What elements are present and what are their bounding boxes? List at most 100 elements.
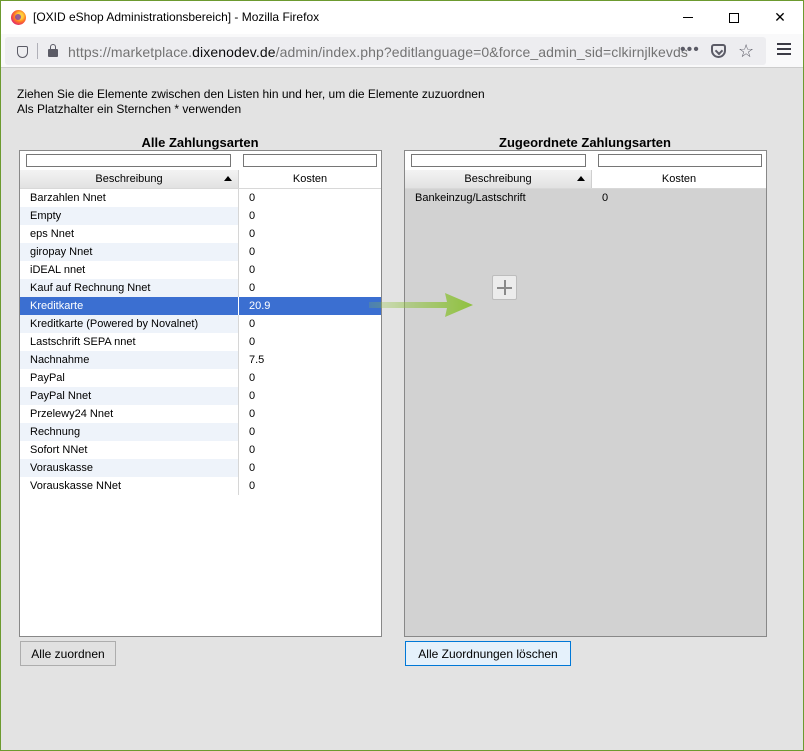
browser-window: [OXID eShop Administrationsbereich] - Mo…	[0, 0, 804, 751]
assigned-payment-methods-title: Zugeordnete Zahlungsarten	[499, 135, 671, 150]
firefox-logo-icon	[11, 10, 26, 25]
cost-filter-input[interactable]	[243, 154, 377, 167]
tracking-shield-icon[interactable]	[17, 46, 28, 58]
table-row[interactable]: PayPal 0	[20, 369, 381, 387]
table-row[interactable]: Kauf auf Rechnung Nnet 0	[20, 279, 381, 297]
payment-method-name: Rechnung	[20, 423, 239, 441]
payment-method-cost: 0	[249, 264, 256, 276]
sort-ascending-icon	[577, 176, 585, 181]
url-field[interactable]: https://marketplace.dixenodev.de/admin/i…	[5, 37, 766, 65]
all-payment-methods-title: Alle Zahlungsarten	[141, 135, 259, 150]
instructions: Ziehen Sie die Elemente zwischen den Lis…	[17, 87, 485, 117]
payment-method-name: Kreditkarte	[20, 297, 239, 315]
url-rest: /admin/index.php?editlanguage=0&force_ad…	[275, 44, 688, 60]
payment-method-name: Bankeinzug/Lastschrift	[415, 192, 526, 204]
payment-method-cost: 0	[249, 318, 256, 330]
table-row[interactable]: iDEAL nnet 0	[20, 261, 381, 279]
table-row[interactable]: Bankeinzug/Lastschrift 0	[405, 189, 766, 207]
table-row[interactable]: Kreditkarte 20.9	[20, 297, 381, 315]
payment-method-cost: 0	[602, 192, 609, 204]
page-actions-more-icon[interactable]: •••	[680, 41, 700, 59]
payment-method-name: PayPal	[20, 369, 239, 387]
payment-method-cost: 0	[249, 444, 256, 456]
payment-method-cost: 7.5	[249, 354, 265, 366]
hamburger-menu-icon[interactable]	[777, 43, 791, 55]
payment-method-cost: 0	[249, 426, 256, 438]
title-bar: [OXID eShop Administrationsbereich] - Mo…	[1, 1, 803, 34]
payment-method-name: Kreditkarte (Powered by Novalnet)	[20, 315, 239, 333]
payment-method-name: Barzahlen Nnet	[20, 189, 239, 207]
description-header-label: Beschreibung	[95, 173, 163, 185]
cost-column-header[interactable]: Kosten	[239, 170, 381, 188]
maximize-button[interactable]	[711, 1, 757, 34]
description-column-header[interactable]: Beschreibung	[20, 170, 239, 188]
all-payment-methods-grid: Beschreibung Kosten Barzahlen Nnet 0 Empty…	[19, 150, 382, 637]
payment-method-name: Empty	[20, 207, 239, 225]
cost-column-header[interactable]: Kosten	[592, 170, 766, 188]
url-text[interactable]: https://marketplace.dixenodev.de/admin/i…	[68, 44, 688, 60]
table-row[interactable]: eps Nnet 0	[20, 225, 381, 243]
payment-method-name: Kauf auf Rechnung Nnet	[20, 279, 239, 297]
minimize-button[interactable]	[665, 1, 711, 34]
assign-all-button[interactable]: Alle zuordnen	[20, 641, 116, 666]
all-payment-methods-rows: Barzahlen Nnet 0 Empty 0 eps Nnet 0 giropay Nn…	[20, 189, 381, 495]
table-row[interactable]: Barzahlen Nnet 0	[20, 189, 381, 207]
lock-icon[interactable]	[48, 44, 58, 57]
assigned-payment-methods-rows: Bankeinzug/Lastschrift 0	[405, 189, 766, 207]
payment-method-name: eps Nnet	[20, 225, 239, 243]
payment-method-name: PayPal Nnet	[20, 387, 239, 405]
pocket-icon[interactable]	[711, 44, 726, 58]
table-row[interactable]: Vorauskasse 0	[20, 459, 381, 477]
payment-method-name: Vorauskasse NNet	[20, 477, 239, 495]
payment-method-name: Vorauskasse	[20, 459, 239, 477]
payment-method-cost: 0	[249, 480, 256, 492]
cost-filter-input[interactable]	[598, 154, 762, 167]
drag-direction-arrow-icon	[369, 293, 473, 317]
close-button[interactable]: ✕	[757, 1, 803, 34]
grid-header: Beschreibung Kosten	[20, 170, 381, 189]
payment-method-name: Lastschrift SEPA nnet	[20, 333, 239, 351]
window-title: [OXID eShop Administrationsbereich] - Mo…	[33, 10, 320, 24]
payment-method-name: Przelewy24 Nnet	[20, 405, 239, 423]
table-row[interactable]: Przelewy24 Nnet 0	[20, 405, 381, 423]
payment-method-cost: 0	[249, 390, 256, 402]
description-column-header[interactable]: Beschreibung	[405, 170, 592, 188]
payment-method-name: giropay Nnet	[20, 243, 239, 261]
description-filter-input[interactable]	[411, 154, 586, 167]
bookmark-star-icon[interactable]: ☆	[738, 41, 754, 62]
table-row[interactable]: giropay Nnet 0	[20, 243, 381, 261]
minimize-icon	[683, 17, 693, 18]
payment-method-cost: 0	[249, 228, 256, 240]
remove-all-assignments-button[interactable]: Alle Zuordnungen löschen	[405, 641, 571, 666]
instruction-line-2: Als Platzhalter ein Sternchen * verwende…	[17, 102, 242, 116]
payment-method-name: iDEAL nnet	[20, 261, 239, 279]
description-filter-input[interactable]	[26, 154, 231, 167]
assigned-payment-methods-grid: Beschreibung Kosten Bankeinzug/Lastschri…	[404, 150, 767, 637]
table-row[interactable]: Lastschrift SEPA nnet 0	[20, 333, 381, 351]
url-domain: dixenodev.de	[192, 44, 276, 60]
payment-method-cost: 0	[249, 192, 256, 204]
sort-ascending-icon	[224, 176, 232, 181]
table-row[interactable]: Vorauskasse NNet 0	[20, 477, 381, 495]
drag-move-icon[interactable]	[492, 275, 517, 300]
maximize-icon	[729, 12, 739, 23]
grid-header: Beschreibung Kosten	[405, 170, 766, 189]
filter-row	[20, 151, 381, 170]
table-row[interactable]: Nachnahme 7.5	[20, 351, 381, 369]
payment-method-cost: 20.9	[249, 300, 271, 312]
payment-method-cost: 0	[249, 210, 256, 222]
description-header-label: Beschreibung	[464, 173, 532, 185]
navigation-bar: https://marketplace.dixenodev.de/admin/i…	[1, 34, 803, 68]
payment-method-cost: 0	[249, 462, 256, 474]
payment-method-cost: 0	[249, 246, 256, 258]
table-row[interactable]: Rechnung 0	[20, 423, 381, 441]
table-row[interactable]: PayPal Nnet 0	[20, 387, 381, 405]
table-row[interactable]: Sofort NNet 0	[20, 441, 381, 459]
payment-method-cost: 0	[249, 336, 256, 348]
close-icon: ✕	[774, 9, 786, 25]
table-row[interactable]: Empty 0	[20, 207, 381, 225]
table-row[interactable]: Kreditkarte (Powered by Novalnet) 0	[20, 315, 381, 333]
payment-method-name: Nachnahme	[20, 351, 239, 369]
payment-method-cost: 0	[249, 408, 256, 420]
instruction-line-1: Ziehen Sie die Elemente zwischen den Lis…	[17, 87, 485, 101]
